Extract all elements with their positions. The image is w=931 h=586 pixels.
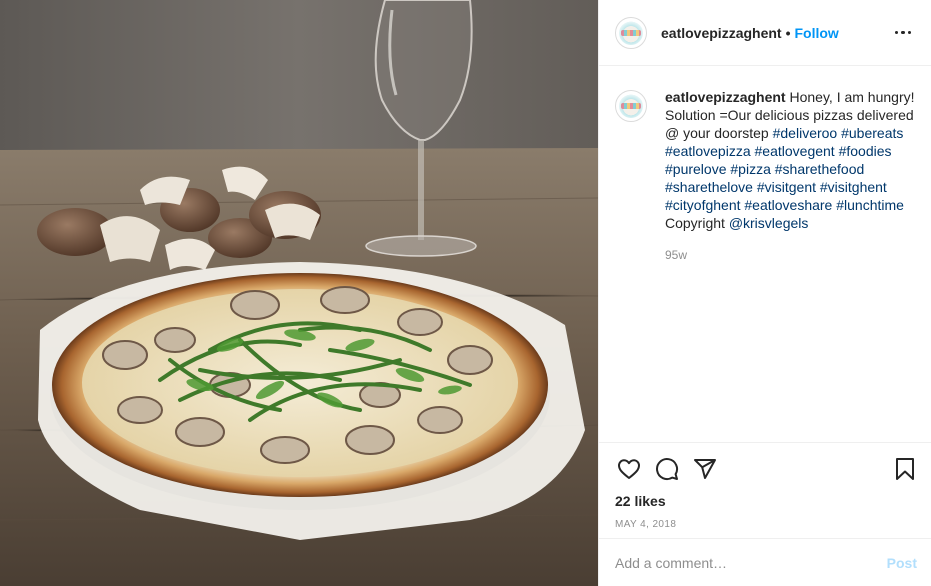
hashtag-link[interactable]: #cityofghent xyxy=(665,197,741,213)
follow-button[interactable]: Follow xyxy=(795,25,839,41)
post-photo[interactable] xyxy=(0,0,598,586)
post-comment-button[interactable]: Post xyxy=(887,555,917,571)
bookmark-icon[interactable] xyxy=(891,455,919,483)
caption-text: Honey, I am hungry! Solution =Our delici… xyxy=(665,89,915,231)
hashtag-link[interactable]: #visitgent xyxy=(757,179,816,195)
hashtag-link[interactable]: #visitghent xyxy=(820,179,887,195)
hashtag-link[interactable]: #lunchtime xyxy=(836,197,904,213)
more-options-icon[interactable] xyxy=(891,21,915,45)
hashtag-link[interactable]: #sharethelove xyxy=(665,179,753,195)
hashtag-link[interactable]: #ubereats xyxy=(841,125,903,141)
likes-count[interactable]: 22 likes xyxy=(615,493,915,509)
hashtag-link[interactable]: #sharethefood xyxy=(775,161,865,177)
mention-link[interactable]: @krisvlegels xyxy=(729,215,809,231)
separator-dot: • xyxy=(785,24,791,41)
hashtag-link[interactable]: #deliveroo xyxy=(773,125,838,141)
comment-input[interactable] xyxy=(615,554,887,571)
actions-section: 22 likes MAY 4, 2018 xyxy=(599,442,931,538)
hashtag-link[interactable]: #foodies xyxy=(839,143,892,159)
header-username[interactable]: eatlovepizzaghent xyxy=(661,25,782,41)
caption-text-segment: Copyright xyxy=(665,215,729,231)
heart-icon[interactable] xyxy=(615,455,643,483)
instagram-post: eatlovepizzaghent • Follow eatlovepizzag… xyxy=(0,0,931,586)
caption-section: eatlovepizzaghent Honey, I am hungry! So… xyxy=(599,66,931,442)
post-side-panel: eatlovepizzaghent • Follow eatlovepizzag… xyxy=(598,0,931,586)
hashtag-link[interactable]: #eatloveshare xyxy=(744,197,832,213)
post-header: eatlovepizzaghent • Follow xyxy=(599,0,931,66)
post-time-ago[interactable]: 95w xyxy=(665,246,915,264)
caption-username[interactable]: eatlovepizzaghent xyxy=(665,89,786,105)
pizza-photo-illustration xyxy=(0,0,598,586)
post-date[interactable]: MAY 4, 2018 xyxy=(615,519,915,530)
hashtag-link[interactable]: #purelove xyxy=(665,161,727,177)
caption-avatar[interactable] xyxy=(615,90,647,122)
hashtag-link[interactable]: #eatlovegent xyxy=(755,143,835,159)
avatar[interactable] xyxy=(615,16,647,49)
hashtag-link[interactable]: #pizza xyxy=(730,161,770,177)
action-icons xyxy=(615,455,915,483)
caption: eatlovepizzaghent Honey, I am hungry! So… xyxy=(665,88,915,442)
paper-plane-icon[interactable] xyxy=(691,455,719,483)
comment-bubble-icon[interactable] xyxy=(653,455,681,483)
hashtag-link[interactable]: #eatlovepizza xyxy=(665,143,751,159)
add-comment-bar: Post xyxy=(599,538,931,586)
